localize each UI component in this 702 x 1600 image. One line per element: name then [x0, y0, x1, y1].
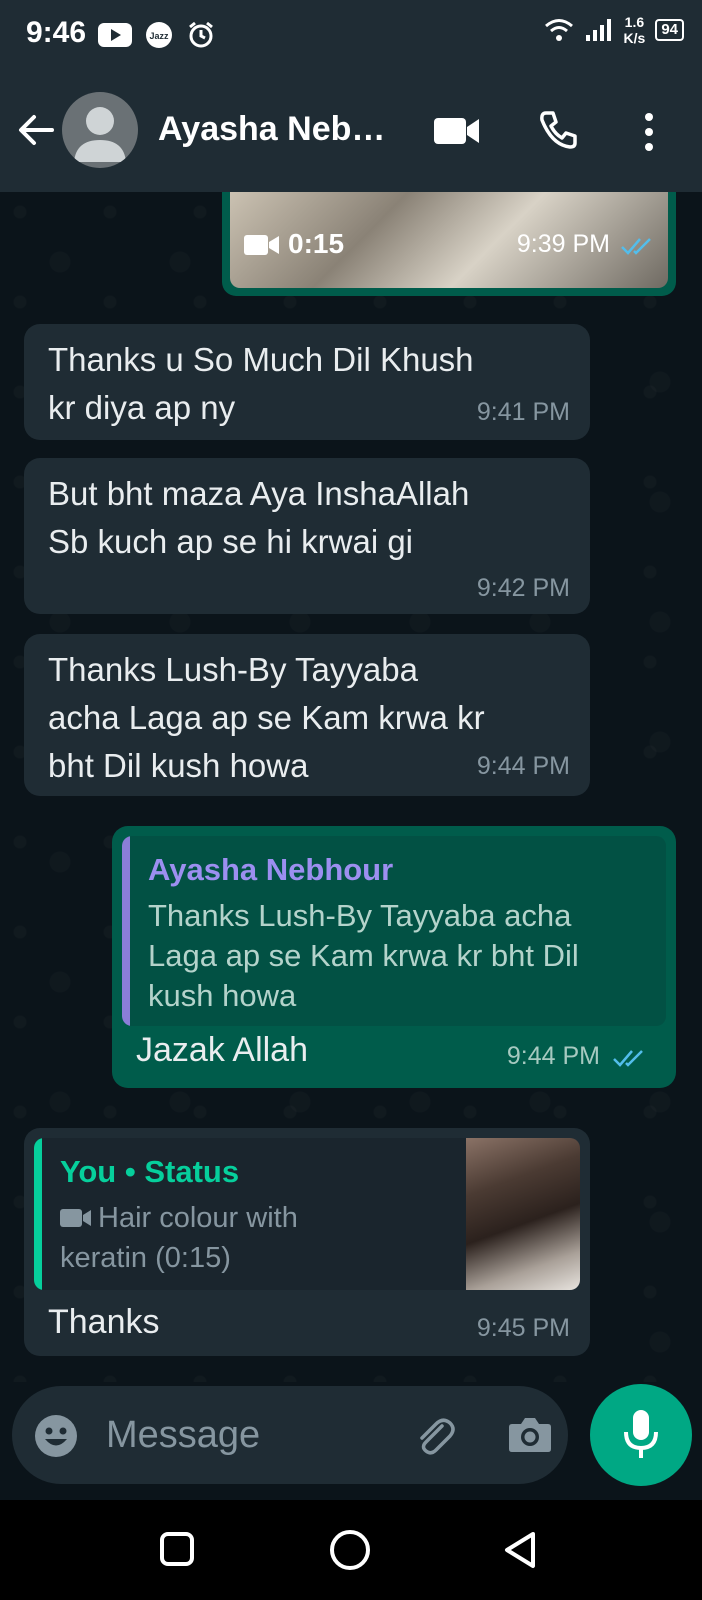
- message-line: bht Dil kush howa: [48, 747, 309, 784]
- status-notification-icons: Jazz: [98, 20, 216, 50]
- network-speed-value: 1.6: [624, 14, 645, 30]
- emoji-icon[interactable]: [34, 1414, 78, 1458]
- alarm-icon: [189, 21, 213, 48]
- message-composer: [12, 1386, 568, 1484]
- message-text: Jazak Allah: [136, 1031, 308, 1069]
- quoted-sender: Ayasha Nebhour: [148, 852, 394, 887]
- contact-name[interactable]: Ayasha Neb…: [158, 110, 385, 149]
- voice-call-icon[interactable]: [538, 110, 578, 150]
- youtube-icon: [98, 23, 132, 47]
- incoming-message[interactable]: Thanks u So Much Dil Khush kr diya ap ny…: [24, 324, 590, 440]
- jazz-icon: Jazz: [146, 22, 172, 48]
- signal-icon: [585, 19, 611, 41]
- default-avatar-icon: [74, 107, 126, 162]
- status-line: keratin (0:15): [60, 1242, 231, 1274]
- message-time: 9:44 PM: [506, 1042, 600, 1070]
- message-time: 9:45 PM: [476, 1314, 570, 1342]
- message-time: 9:42 PM: [476, 574, 570, 602]
- status-title: You • Status: [60, 1154, 240, 1189]
- quote-line: Thanks Lush-By Tayyaba acha: [148, 898, 572, 933]
- attach-icon[interactable]: [412, 1412, 458, 1458]
- incoming-message[interactable]: Thanks Lush-By Tayyaba acha Laga ap se K…: [24, 634, 590, 796]
- status-right-icons: 1.6 K/s 94: [544, 14, 684, 46]
- video-call-icon[interactable]: [434, 116, 480, 146]
- quote-line: kush howa: [148, 978, 297, 1013]
- home-button[interactable]: [330, 1530, 370, 1570]
- incoming-message[interactable]: But bht maza Aya InshaAllah Sb kuch ap s…: [24, 458, 590, 614]
- message-line: acha Laga ap se Kam krwa kr: [48, 699, 485, 736]
- message-text: But bht maza Aya InshaAllah Sb kuch ap s…: [48, 470, 469, 566]
- message-text: Thanks Lush-By Tayyaba acha Laga ap se K…: [48, 646, 485, 790]
- recents-button[interactable]: [160, 1532, 194, 1566]
- message-line: Thanks u So Much Dil Khush: [48, 341, 474, 378]
- message-time: 9:44 PM: [476, 752, 570, 780]
- voice-record-button[interactable]: [590, 1384, 692, 1486]
- status-line: Hair colour with: [60, 1198, 360, 1238]
- chat-header: Ayasha Neb…: [0, 72, 702, 192]
- status-time: 9:46: [26, 16, 87, 49]
- read-ticks-icon: [613, 1050, 643, 1067]
- camera-icon[interactable]: [508, 1414, 552, 1454]
- quoted-text: Thanks Lush-By Tayyaba acha Laga ap se K…: [148, 896, 648, 1016]
- wifi-icon: [544, 19, 573, 41]
- video-message[interactable]: 0:15 9:39 PM: [222, 192, 676, 296]
- status-thumbnail[interactable]: [466, 1138, 580, 1290]
- svg-text:Jazz: Jazz: [149, 31, 169, 41]
- quote-accent-bar: [34, 1138, 42, 1290]
- message-line: Thanks Lush-By Tayyaba: [48, 651, 418, 688]
- message-line: kr diya ap ny: [48, 389, 236, 426]
- battery-indicator: 94: [655, 19, 684, 41]
- network-speed: 1.6 K/s: [624, 14, 646, 46]
- system-back-icon[interactable]: [502, 1530, 538, 1570]
- system-navigation-bar: [0, 1500, 702, 1600]
- message-line: But bht maza Aya InshaAllah: [48, 475, 470, 512]
- video-camera-icon: [60, 1209, 91, 1227]
- back-arrow-icon[interactable]: [16, 112, 56, 148]
- message-input[interactable]: [104, 1404, 388, 1466]
- video-duration: 0:15: [288, 228, 345, 259]
- message-text: Thanks: [48, 1303, 160, 1341]
- message-time: 9:41 PM: [476, 398, 570, 426]
- quote-line: Laga ap se Kam krwa kr bht Dil: [148, 938, 579, 973]
- video-camera-icon: [244, 235, 279, 255]
- microphone-icon: [624, 1410, 658, 1458]
- outgoing-reply-message[interactable]: Ayasha Nebhour Thanks Lush-By Tayyaba ac…: [112, 826, 676, 1088]
- more-options-icon[interactable]: [644, 112, 654, 152]
- quoted-status[interactable]: You • Status Hair colour with keratin (0…: [34, 1138, 580, 1290]
- status-description: Hair colour with keratin (0:15): [60, 1198, 360, 1278]
- message-line: Sb kuch ap se hi krwai gi: [48, 523, 414, 560]
- read-ticks-icon: [621, 238, 651, 255]
- status-line-text: Hair colour with: [98, 1202, 298, 1234]
- chat-area[interactable]: 0:15 9:39 PM Thanks u So Much Dil Khush …: [0, 192, 702, 1382]
- message-time: 9:39 PM: [516, 230, 610, 258]
- quote-accent-bar: [122, 836, 130, 1026]
- quoted-message[interactable]: Ayasha Nebhour Thanks Lush-By Tayyaba ac…: [122, 836, 666, 1026]
- incoming-status-reply[interactable]: You • Status Hair colour with keratin (0…: [24, 1128, 590, 1356]
- status-bar: 9:46 Jazz 1.6 K/s 94: [0, 0, 702, 72]
- network-speed-unit: K/s: [623, 30, 646, 46]
- contact-avatar[interactable]: [62, 92, 138, 168]
- message-text: Thanks u So Much Dil Khush kr diya ap ny: [48, 336, 474, 432]
